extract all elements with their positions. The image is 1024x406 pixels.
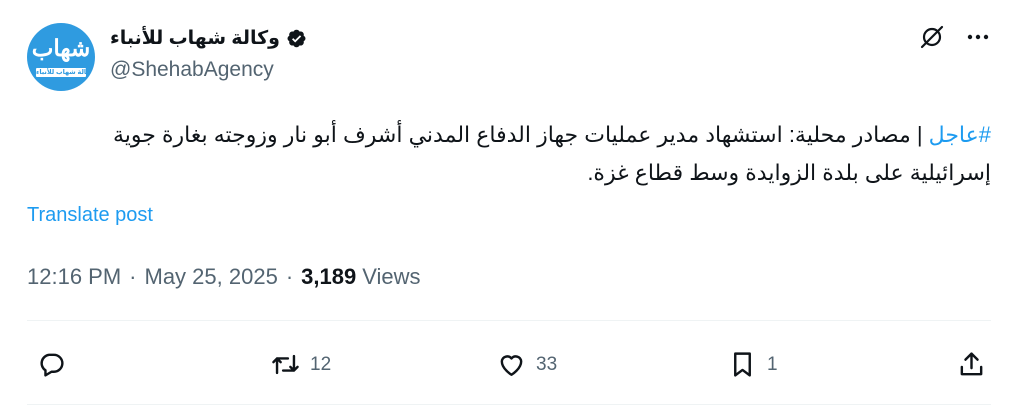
post-time[interactable]: 12:16 PM bbox=[27, 264, 121, 290]
bookmark-button[interactable]: 1 bbox=[728, 350, 778, 379]
views-count: 3,189 bbox=[301, 264, 357, 289]
more-icon[interactable] bbox=[965, 24, 991, 50]
retweet-button[interactable]: 12 bbox=[271, 350, 331, 379]
share-button[interactable] bbox=[957, 350, 986, 379]
hashtag-link[interactable]: #عاجل bbox=[929, 122, 991, 147]
views-label: Views bbox=[362, 264, 421, 289]
post-body: | مصادر محلية: استشهاد مدير عمليات جهاز … bbox=[113, 122, 991, 185]
avatar[interactable]: شهاب وكالة شهاب للأنباء bbox=[27, 23, 95, 91]
post-date[interactable]: May 25, 2025 bbox=[145, 264, 278, 290]
author-handle[interactable]: @ShehabAgency bbox=[110, 58, 274, 82]
meta-separator: · bbox=[129, 264, 137, 289]
retweet-count: 12 bbox=[310, 353, 332, 375]
retweet-icon bbox=[272, 354, 299, 375]
meta-separator: · bbox=[285, 264, 294, 289]
avatar-logo-text: شهاب bbox=[31, 35, 91, 62]
verified-badge-icon[interactable] bbox=[286, 28, 307, 49]
post-meta: 12:16 PM · May 25, 2025 · 3,189 Views bbox=[27, 264, 421, 290]
reply-icon bbox=[40, 353, 64, 377]
heart-icon bbox=[500, 355, 523, 376]
bookmark-count: 1 bbox=[767, 353, 778, 375]
like-count: 33 bbox=[536, 353, 558, 375]
divider bbox=[27, 320, 991, 321]
like-button[interactable]: 33 bbox=[497, 350, 557, 379]
reply-button[interactable] bbox=[37, 350, 66, 379]
share-icon bbox=[960, 352, 983, 376]
divider bbox=[27, 404, 991, 405]
author-name-row: وكالة شهاب للأنباء bbox=[110, 25, 307, 51]
header-actions bbox=[919, 24, 991, 50]
post-text: #عاجل | مصادر محلية: استشهاد مدير عمليات… bbox=[40, 116, 991, 192]
author-display-name[interactable]: وكالة شهاب للأنباء bbox=[110, 27, 280, 50]
grok-icon[interactable] bbox=[919, 24, 945, 50]
translate-post-link[interactable]: Translate post bbox=[27, 204, 153, 227]
avatar-logo-subtext: وكالة شهاب للأنباء bbox=[36, 68, 86, 77]
bookmark-icon bbox=[734, 352, 751, 377]
